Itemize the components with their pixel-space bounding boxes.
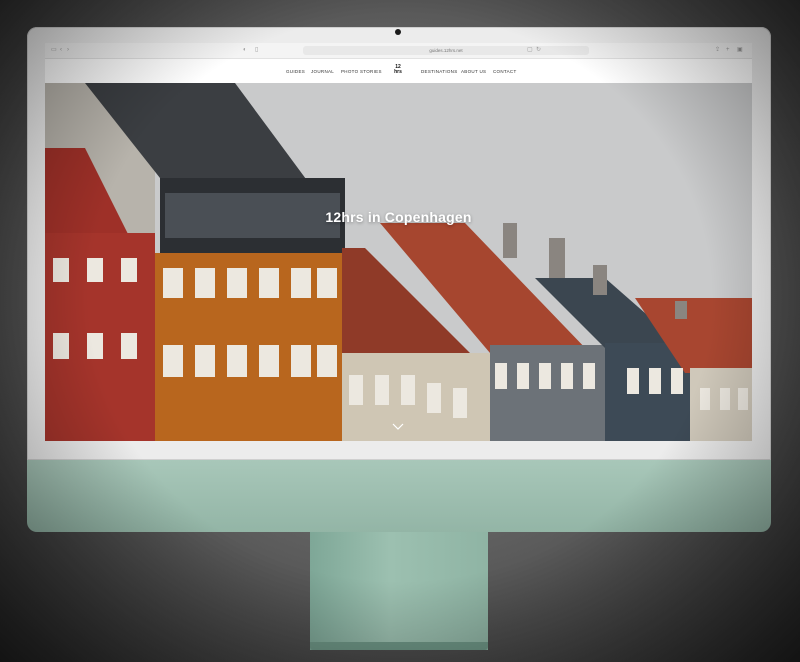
- nav-guides[interactable]: Guides: [286, 69, 305, 74]
- camera-icon: [395, 29, 401, 35]
- nav-journal[interactable]: Journal: [311, 69, 334, 74]
- url-text: guides.12hrs.net: [429, 48, 463, 53]
- new-tab-icon[interactable]: +: [726, 47, 732, 53]
- chevron-down-icon[interactable]: [392, 423, 404, 431]
- site-logo[interactable]: 12 hrs: [392, 65, 404, 77]
- hero-section: 12hrs in Copenhagen: [45, 83, 752, 441]
- nav-about-us[interactable]: About Us: [461, 69, 486, 74]
- stand-foot: [310, 642, 488, 650]
- reload-icon[interactable]: ↻: [536, 47, 542, 53]
- display-chin: [27, 460, 771, 532]
- screen: ▭ ‹ › ◐ ▯ guides.12hrs.net ▢ ↻ ⇪ + ▣ Gui…: [45, 43, 752, 441]
- hero-photo: [45, 83, 752, 441]
- back-icon[interactable]: ‹: [60, 47, 66, 53]
- address-bar[interactable]: guides.12hrs.net: [303, 46, 589, 55]
- hero-title: 12hrs in Copenhagen: [325, 209, 472, 225]
- stand: [310, 532, 488, 650]
- forward-icon[interactable]: ›: [67, 47, 73, 53]
- extension-icon[interactable]: ▢: [527, 47, 533, 53]
- share-icon[interactable]: ⇪: [715, 47, 721, 53]
- nav-contact[interactable]: Contact: [493, 69, 517, 74]
- tab-overview-icon[interactable]: ▣: [737, 47, 743, 53]
- imac-device: ▭ ‹ › ◐ ▯ guides.12hrs.net ▢ ↻ ⇪ + ▣ Gui…: [0, 0, 800, 662]
- reader-icon[interactable]: ▯: [255, 47, 261, 53]
- nav-photo-stories[interactable]: Photo Stories: [341, 69, 382, 74]
- nav-destinations[interactable]: Destinations: [421, 69, 458, 74]
- logo-line-2: hrs: [394, 69, 402, 75]
- site-nav: Guides Journal Photo Stories 12 hrs Dest…: [45, 59, 752, 83]
- privacy-icon[interactable]: ◐: [243, 47, 249, 53]
- sidebar-icon[interactable]: ▭: [51, 47, 57, 53]
- browser-toolbar: ▭ ‹ › ◐ ▯ guides.12hrs.net ▢ ↻ ⇪ + ▣: [45, 43, 752, 59]
